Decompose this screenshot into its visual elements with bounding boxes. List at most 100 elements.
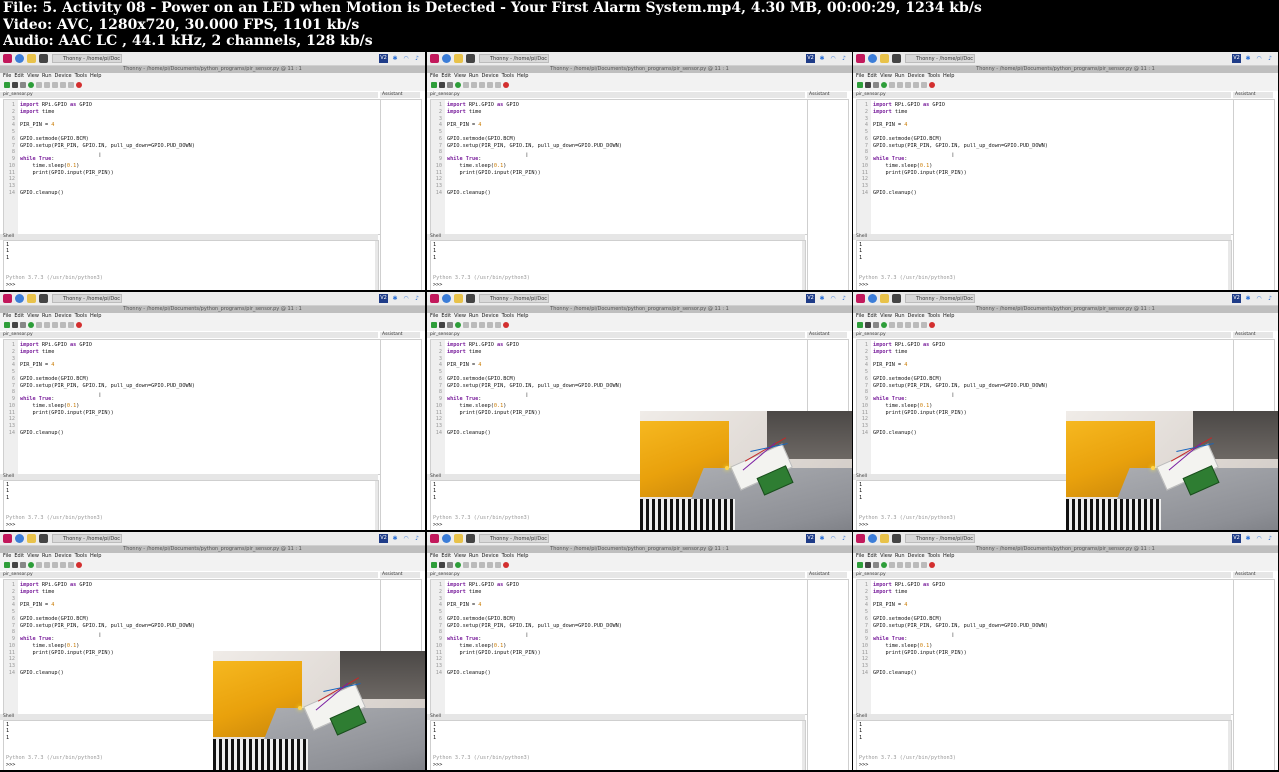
shell-scrollbar[interactable] [802,241,805,290]
open-file-icon[interactable] [12,322,18,328]
menu-item-edit[interactable]: Edit [441,553,451,559]
volume-icon[interactable]: ♪ [840,54,848,63]
run-icon[interactable] [455,322,461,328]
menu-item-help[interactable]: Help [90,73,101,79]
debug-icon[interactable] [36,562,42,568]
save-icon[interactable] [447,322,453,328]
volume-icon[interactable]: ♪ [1266,534,1274,543]
menu-item-tools[interactable]: Tools [75,73,87,79]
vnc-icon[interactable]: V2 [1232,54,1241,63]
menu-item-help[interactable]: Help [517,553,528,559]
debug-icon[interactable] [889,562,895,568]
resume-icon[interactable] [68,562,74,568]
shell-scrollbar[interactable] [375,481,378,530]
resume-icon[interactable] [495,562,501,568]
stop-icon[interactable] [76,322,82,328]
resume-icon[interactable] [921,562,927,568]
taskbar-thonny-task[interactable]: Thonny - /home/pi/Doc [479,54,549,63]
bluetooth-icon[interactable]: ✱ [391,294,399,303]
menu-item-edit[interactable]: Edit [441,313,451,319]
step-out-icon[interactable] [60,562,66,568]
menu-item-help[interactable]: Help [943,73,954,79]
open-file-icon[interactable] [865,82,871,88]
file-manager-icon[interactable] [27,534,36,543]
step-out-icon[interactable] [60,82,66,88]
stop-icon[interactable] [503,562,509,568]
resume-icon[interactable] [68,82,74,88]
new-file-icon[interactable] [857,82,863,88]
step-into-icon[interactable] [905,322,911,328]
menu-item-edit[interactable]: Edit [867,73,877,79]
new-file-icon[interactable] [857,562,863,568]
taskbar-thonny-task[interactable]: Thonny - /home/pi/Doc [52,534,122,543]
step-over-icon[interactable] [44,562,50,568]
menu-item-run[interactable]: Run [42,313,52,319]
volume-icon[interactable]: ♪ [840,534,848,543]
code-editor[interactable]: 1 import RPi.GPIO as GPIO 2 import time 3 4 PI… [856,579,1234,715]
tab-pir-sensor[interactable]: pir_sensor.py [856,332,886,337]
code-editor[interactable]: 1 import RPi.GPIO as GPIO 2 import time 3 4 PI… [430,99,808,235]
step-into-icon[interactable] [479,82,485,88]
menu-item-view[interactable]: View [454,553,466,559]
stop-icon[interactable] [929,82,935,88]
menu-item-view[interactable]: View [454,313,466,319]
debug-icon[interactable] [463,82,469,88]
save-icon[interactable] [873,322,879,328]
save-icon[interactable] [447,82,453,88]
tab-assistant[interactable]: Assistant [1233,332,1273,338]
open-file-icon[interactable] [439,562,445,568]
browser-icon[interactable] [442,54,451,63]
browser-icon[interactable] [15,294,24,303]
run-icon[interactable] [455,562,461,568]
menu-item-run[interactable]: Run [469,313,479,319]
vnc-icon[interactable]: V2 [379,294,388,303]
code-editor[interactable]: 1 import RPi.GPIO as GPIO 2 import time 3 4 PI… [430,579,808,715]
open-file-icon[interactable] [12,562,18,568]
bluetooth-icon[interactable]: ✱ [1244,534,1252,543]
stop-icon[interactable] [929,562,935,568]
terminal-icon[interactable] [39,534,48,543]
wifi-icon[interactable]: ◠ [402,54,410,63]
shell-scrollbar[interactable] [1228,241,1231,290]
step-out-icon[interactable] [913,562,919,568]
tab-pir-sensor[interactable]: pir_sensor.py [3,572,33,577]
wifi-icon[interactable]: ◠ [402,294,410,303]
browser-icon[interactable] [15,54,24,63]
code-editor[interactable]: 1 import RPi.GPIO as GPIO 2 import time 3 4 PI… [856,99,1234,235]
bluetooth-icon[interactable]: ✱ [818,54,826,63]
code-editor[interactable]: 1 import RPi.GPIO as GPIO 2 import time 3 4 PI… [3,339,381,475]
save-icon[interactable] [20,562,26,568]
shell-console[interactable]: 1 1 1 Python 3.7.3 (/usr/bin/python3) >>> [856,240,1232,290]
menu-item-device[interactable]: Device [482,553,499,559]
stop-icon[interactable] [929,322,935,328]
tab-assistant[interactable]: Assistant [380,92,420,98]
stop-icon[interactable] [76,82,82,88]
menu-item-device[interactable]: Device [908,553,925,559]
menu-item-file[interactable]: File [856,553,864,559]
taskbar-thonny-task[interactable]: Thonny - /home/pi/Doc [52,294,122,303]
tab-assistant[interactable]: Assistant [380,332,420,338]
menu-item-edit[interactable]: Edit [867,553,877,559]
vnc-icon[interactable]: V2 [806,534,815,543]
volume-icon[interactable]: ♪ [413,294,421,303]
menu-item-device[interactable]: Device [55,73,72,79]
menu-item-tools[interactable]: Tools [502,313,514,319]
open-file-icon[interactable] [12,82,18,88]
taskbar-thonny-task[interactable]: Thonny - /home/pi/Doc [905,54,975,63]
shell-console[interactable]: 1 1 1 Python 3.7.3 (/usr/bin/python3) >>> [856,720,1232,770]
bluetooth-icon[interactable]: ✱ [818,294,826,303]
step-out-icon[interactable] [913,322,919,328]
menu-item-view[interactable]: View [27,553,39,559]
run-icon[interactable] [881,82,887,88]
stop-icon[interactable] [503,322,509,328]
new-file-icon[interactable] [431,82,437,88]
step-into-icon[interactable] [52,322,58,328]
browser-icon[interactable] [442,294,451,303]
save-icon[interactable] [447,562,453,568]
vnc-icon[interactable]: V2 [379,54,388,63]
wifi-icon[interactable]: ◠ [1255,54,1263,63]
taskbar-thonny-task[interactable]: Thonny - /home/pi/Doc [905,534,975,543]
menu-item-run[interactable]: Run [895,73,905,79]
menu-item-help[interactable]: Help [90,313,101,319]
vnc-icon[interactable]: V2 [1232,534,1241,543]
